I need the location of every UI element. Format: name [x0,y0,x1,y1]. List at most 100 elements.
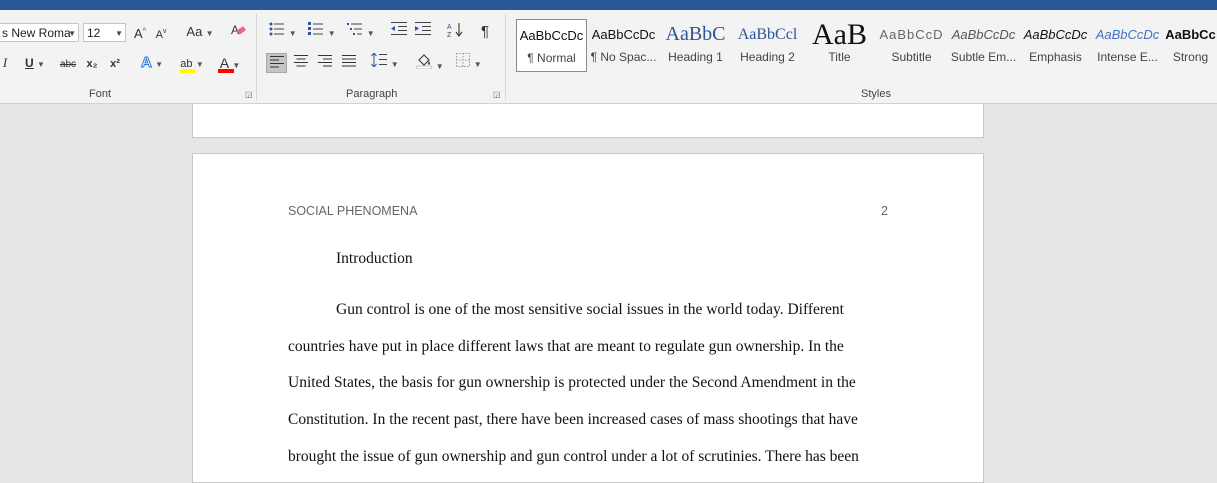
style-name: Intense E... [1097,50,1158,64]
style-sample: AaBbCcD [879,27,944,42]
change-case-button[interactable]: Aa ▼ [183,22,217,42]
previous-page[interactable] [192,104,984,138]
chevron-down-icon[interactable]: ▼ [115,24,123,41]
increase-indent-icon [415,22,431,35]
underline-icon: U [25,56,34,70]
superscript-icon: x² [110,58,120,70]
chevron-down-icon: ▼ [155,60,164,69]
text-effects-button[interactable]: A ▼ [137,53,167,73]
font-name-combo[interactable]: s New Roma ▼ [0,23,79,42]
style-name: Subtitle [891,50,932,64]
body-line: United States, the basis for gun ownersh… [288,374,856,391]
justify-icon [341,55,356,67]
body-line: countries have put in place different la… [288,338,844,355]
style-name: ¶ Normal [527,51,576,65]
align-center-button[interactable] [290,53,311,73]
superscript-button[interactable]: x² [106,53,124,73]
font-group-label: Font [89,88,112,100]
decrease-indent-icon [391,22,407,35]
italic-button[interactable]: I [0,53,12,73]
body-line: Gun control is one of the most sensitive… [336,301,844,318]
justify-button[interactable] [338,53,359,73]
paint-bucket-icon [417,54,432,70]
line-spacing-button[interactable]: ▼ [368,52,402,73]
sort-icon: A Z [447,23,463,39]
style-sample: AaBbCcDc [591,27,656,42]
decrease-indent-button[interactable] [389,22,409,42]
style-emphasis[interactable]: AaBbCcDc Emphasis [1020,19,1091,72]
group-divider [505,14,506,100]
style-name: Strong [1172,50,1209,64]
chevron-down-icon: ▼ [195,60,204,69]
subscript-icon: x₂ [86,58,98,70]
style-subtitle[interactable]: AaBbCcD Subtitle [876,19,947,72]
title-bar [0,0,1217,10]
body-line: Constitution. In the recent past, there … [288,411,858,428]
running-head: SOCIAL PHENOMENA [288,204,418,218]
font-size-combo[interactable]: 12 ▼ [83,23,126,42]
style-sample: AaBbCcDc [1095,27,1160,42]
text-effects-icon: A [140,54,152,72]
styles-group-label: Styles [861,88,891,100]
align-right-icon [317,55,332,67]
show-formatting-marks-button[interactable]: ¶ [475,22,495,42]
multilevel-list-button[interactable]: ▼ [344,22,378,42]
chevron-down-icon[interactable]: ▼ [68,24,76,41]
strikethrough-button[interactable]: abc [57,53,79,73]
group-divider [256,14,257,100]
align-left-button[interactable] [266,53,287,73]
paragraph-group-label: Paragraph [346,88,398,100]
borders-icon [456,53,471,67]
ribbon-home: s New Roma ▼ 12 ▼ A^ Av Aa ▼ A I U ▼ abc… [0,10,1217,104]
svg-text:A: A [447,24,452,31]
style-heading-1[interactable]: AaBbC Heading 1 [660,19,731,72]
document-page[interactable]: SOCIAL PHENOMENA 2 Introduction Gun cont… [192,153,984,483]
subscript-button[interactable]: x₂ [83,53,101,73]
strikethrough-icon: abc [59,59,77,70]
font-color-swatch [217,69,234,73]
chevron-down-icon: ▼ [390,60,399,69]
chevron-down-icon: ▼ [37,60,45,69]
align-left-icon [269,56,284,68]
style-subtle-emphasis[interactable]: AaBbCcDc Subtle Em... [948,19,1019,72]
paragraph-dialog-launcher-icon[interactable]: ◲ [493,90,502,99]
style-strong[interactable]: AaBbCc Strong [1164,19,1217,72]
section-heading: Introduction [336,250,413,267]
shrink-font-icon: A [155,29,163,41]
multilevel-list-icon [347,23,363,35]
font-color-button[interactable]: A ▼ [213,53,247,73]
clear-formatting-button[interactable]: A [227,22,249,42]
bullets-button[interactable]: ▼ [266,22,300,42]
numbering-button[interactable]: ▼ [305,22,339,42]
line-spacing-icon [371,52,388,68]
font-dialog-launcher-icon[interactable]: ◲ [245,90,254,99]
style-title[interactable]: AaB Title [804,19,875,72]
sort-button[interactable]: A Z [444,22,466,42]
borders-button[interactable]: ▼ [452,53,486,73]
align-center-icon [293,55,308,67]
align-right-button[interactable] [314,53,335,73]
svg-text:Z: Z [447,32,452,38]
style-intense-emphasis[interactable]: AaBbCcDc Intense E... [1092,19,1163,72]
shrink-font-button[interactable]: Av [152,22,170,42]
style-heading-2[interactable]: AaBbCcl Heading 2 [732,19,803,72]
underline-button[interactable]: U ▼ [18,53,52,73]
eraser-icon: A [231,23,246,37]
style-sample: AaBbCcDc [519,28,584,43]
highlight-button[interactable]: ab ▼ [174,53,210,73]
pilcrow-icon: ¶ [480,23,490,40]
font-size-value: 12 [87,26,101,40]
style-name: Heading 1 [668,50,723,64]
style-normal[interactable]: AaBbCcDc ¶ Normal [516,19,587,72]
style-sample: AaBbCc [1165,27,1216,42]
style-name: Subtle Em... [950,50,1017,64]
increase-indent-button[interactable] [413,22,433,42]
chevron-down-icon: ▼ [473,60,482,69]
document-canvas[interactable]: SOCIAL PHENOMENA 2 Introduction Gun cont… [0,104,1217,483]
shading-button[interactable]: ▼ [413,53,447,73]
chevron-down-icon: ▼ [288,29,297,38]
grow-font-button[interactable]: A^ [131,22,149,42]
style-no-spacing[interactable]: AaBbCcDc ¶ No Spac... [588,19,659,72]
chevron-down-icon: ▼ [327,29,336,38]
style-sample: AaBbCcDc [1023,27,1088,42]
